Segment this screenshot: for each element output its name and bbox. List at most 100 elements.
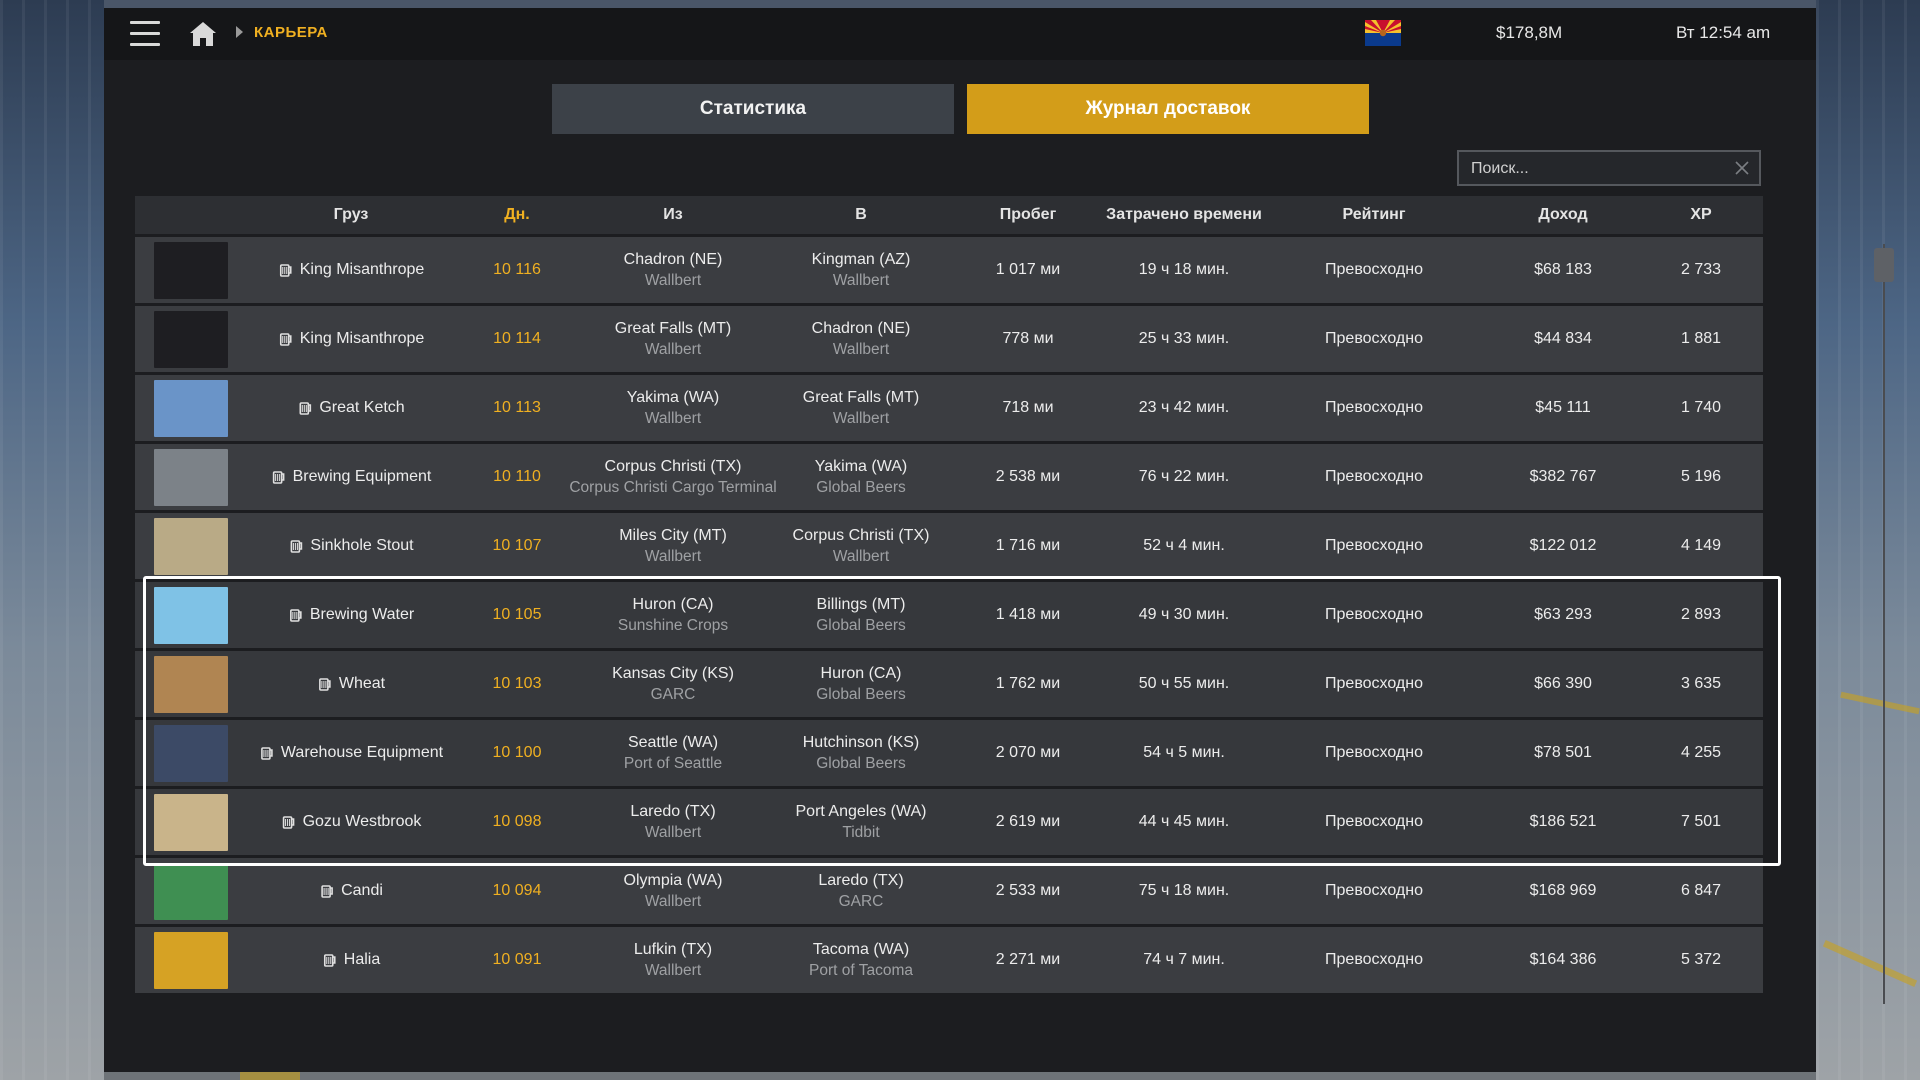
from-company: Wallbert [644,961,702,979]
cargo-thumbnail [154,242,228,299]
income-cell: $44 834 [1534,330,1592,347]
to-cell: Billings (MT) Global Beers [816,582,906,648]
cargo-thumbnail [154,794,228,851]
cargo-thumbnail [154,380,228,437]
time-spent-cell: 19 ч 18 мин. [1138,261,1230,278]
from-city: Kansas City (KS) [612,664,734,682]
cargo-thumbnail [154,656,228,713]
delivery-log-table: Груз Дн. Из В Пробег Затрачено времени Р… [135,196,1763,993]
to-company: Wallbert [832,271,890,289]
from-company: Corpus Christi Cargo Terminal [569,478,777,496]
xp-cell: 3 635 [1680,675,1722,692]
from-company: Wallbert [644,271,702,289]
breadcrumb[interactable]: КАРЬЕРА [254,24,328,41]
table-row[interactable]: Candi 10 094 Olympia (WA) Wallbert Lared… [135,858,1763,924]
cargo-icon [272,471,285,484]
table-row[interactable]: Halia 10 091 Lufkin (TX) Wallbert Tacoma… [135,927,1763,993]
table-row[interactable]: King Misanthrope 10 114 Great Falls (MT)… [135,306,1763,372]
tab-delivery-log[interactable]: Журнал доставок [967,84,1369,134]
to-company: Port of Tacoma [809,961,913,979]
cargo-cell: Brewing Water [288,582,414,648]
column-header-cargo[interactable]: Груз [334,196,369,234]
table-row[interactable]: Gozu Westbrook 10 098 Laredo (TX) Wallbe… [135,789,1763,855]
rating-cell: Превосходно [1325,882,1423,899]
column-header-rating[interactable]: Рейтинг [1342,196,1405,234]
to-city: Port Angeles (WA) [795,802,927,820]
column-header-xp[interactable]: XP [1690,196,1711,234]
income-cell: $66 390 [1534,675,1592,692]
xp-cell: 2 893 [1680,606,1722,623]
days-cell: 10 114 [493,330,541,347]
column-header-to[interactable]: В [855,196,867,234]
table-row[interactable]: King Misanthrope 10 116 Chadron (NE) Wal… [135,237,1763,303]
cargo-cell: Halia [322,927,380,993]
days-cell: 10 107 [492,537,542,554]
scrollbar[interactable] [1874,244,1894,1004]
to-city: Billings (MT) [816,595,906,613]
cargo-icon [279,264,292,277]
rating-cell: Превосходно [1325,399,1423,416]
column-header-time-spent[interactable]: Затрачено времени [1106,196,1262,234]
days-cell: 10 103 [492,675,542,692]
cargo-name: King Misanthrope [299,261,425,278]
days-cell: 10 105 [492,606,542,623]
close-icon[interactable] [1733,159,1751,177]
to-cell: Hutchinson (KS) Global Beers [803,720,920,786]
cargo-thumbnail [154,725,228,782]
cargo-icon [279,333,292,346]
income-cell: $186 521 [1529,813,1597,830]
income-cell: $78 501 [1534,744,1592,761]
time-spent-cell: 25 ч 33 мин. [1138,330,1230,347]
cargo-name: Wheat [338,675,386,692]
search-input[interactable] [1469,152,1723,186]
cargo-icon [299,402,312,415]
to-company: Global Beers [816,478,906,496]
scrollbar-thumb[interactable] [1874,248,1894,282]
home-icon[interactable] [188,20,218,48]
cargo-cell: King Misanthrope [278,306,424,372]
to-cell: Yakima (WA) Global Beers [815,444,907,510]
to-cell: Kingman (AZ) Wallbert [812,237,911,303]
rating-cell: Превосходно [1325,606,1423,623]
cargo-cell: Brewing Equipment [271,444,431,510]
table-body: King Misanthrope 10 116 Chadron (NE) Wal… [135,237,1763,993]
column-header-income[interactable]: Доход [1538,196,1587,234]
table-row[interactable]: Brewing Water 10 105 Huron (CA) Sunshine… [135,582,1763,648]
to-company: Wallbert [832,340,890,358]
table-row[interactable]: Warehouse Equipment 10 100 Seattle (WA) … [135,720,1763,786]
table-row[interactable]: Brewing Equipment 10 110 Corpus Christi … [135,444,1763,510]
cargo-icon [323,954,336,967]
to-cell: Chadron (NE) Wallbert [812,306,911,372]
column-header-from[interactable]: Из [663,196,682,234]
to-city: Kingman (AZ) [811,250,911,268]
table-row[interactable]: Great Ketch 10 113 Yakima (WA) Wallbert … [135,375,1763,441]
from-cell: Lufkin (TX) Wallbert [634,927,712,993]
days-cell: 10 110 [493,468,541,485]
column-header-distance[interactable]: Пробег [1000,196,1057,234]
tab-statistics[interactable]: Статистика [552,84,954,134]
cargo-cell: Warehouse Equipment [259,720,443,786]
cargo-thumbnail [154,863,228,920]
hamburger-icon[interactable] [130,21,160,47]
time-spent-cell: 23 ч 42 мин. [1138,399,1230,416]
to-cell: Corpus Christi (TX) Wallbert [793,513,930,579]
cargo-name: Gozu Westbrook [302,813,422,830]
table-row[interactable]: Sinkhole Stout 10 107 Miles City (MT) Wa… [135,513,1763,579]
distance-cell: 1 017 ми [995,261,1061,278]
rating-cell: Превосходно [1325,744,1423,761]
column-header-days[interactable]: Дн. [504,196,530,234]
breadcrumb-arrow-icon [236,26,243,38]
to-city: Tacoma (WA) [812,940,910,958]
from-company: Wallbert [644,892,702,910]
income-cell: $45 111 [1535,399,1591,416]
table-row[interactable]: Wheat 10 103 Kansas City (KS) GARC Huron… [135,651,1763,717]
warehouse-background-left [0,0,104,1080]
cargo-cell: Gozu Westbrook [281,789,422,855]
top-bar: КАРЬЕРА $178,8M Вт 12:54 am [104,8,1816,60]
time-spent-cell: 75 ч 18 мин. [1138,882,1230,899]
from-city: Yakima (WA) [626,388,720,406]
income-cell: $164 386 [1529,951,1597,968]
from-cell: Laredo (TX) Wallbert [630,789,715,855]
to-company: Tidbit [842,823,880,841]
from-city: Miles City (MT) [619,526,727,544]
